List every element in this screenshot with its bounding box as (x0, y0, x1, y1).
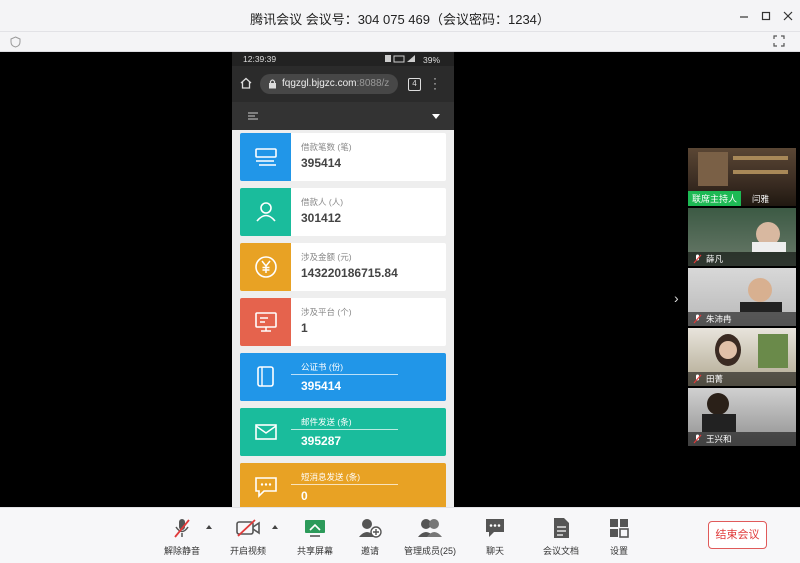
signal-icon (384, 55, 415, 63)
stat-card-borrowers[interactable]: 借款人 (人) 301412 (240, 188, 446, 236)
menu-icon[interactable] (248, 112, 258, 120)
manage-members-button[interactable]: 管理成员(25) (398, 516, 462, 557)
add-user-icon (359, 519, 382, 538)
browser-url-bar: fqgzgl.bjgzc.com:8088/z 4 · · · (232, 66, 454, 102)
dropdown-caret-icon[interactable] (432, 114, 440, 119)
lock-icon (269, 79, 276, 89)
shield-icon[interactable] (10, 36, 21, 48)
mic-muted-icon (693, 254, 702, 264)
share-screen-icon (305, 520, 325, 537)
window-title: 腾讯会议 会议号：304 075 469（会议密码：1234） (250, 12, 550, 27)
chat-icon (486, 519, 504, 537)
card-divider (291, 484, 398, 485)
card-label: 借款笔数 (笔) (301, 142, 352, 152)
title-bar: 腾讯会议 会议号：304 075 469（会议密码：1234） (0, 0, 800, 32)
video-frame (715, 334, 788, 368)
mail-icon (240, 408, 291, 456)
participant-tile[interactable]: 薛凡 (688, 208, 796, 266)
close-icon (783, 11, 793, 21)
participant-tile[interactable]: 田菁 (688, 328, 796, 386)
mic-muted-icon (693, 434, 702, 444)
stat-card-sms[interactable]: 短消息发送 (条) 0 (240, 463, 446, 507)
meeting-window: 腾讯会议 会议号：304 075 469（会议密码：1234） 12:39:39… (0, 0, 800, 563)
mic-muted-icon (693, 314, 702, 324)
card-label: 借款人 (人) (301, 197, 344, 207)
invite-button[interactable]: 邀请 (338, 516, 402, 557)
settings-button[interactable]: 设置 (587, 516, 651, 557)
meeting-docs-button[interactable]: 会议文档 (529, 516, 593, 557)
card-label: 涉及平台 (个) (301, 307, 352, 317)
participant-host-tile[interactable]: 联席主持人 闫雅 (688, 148, 796, 206)
fullscreen-icon[interactable] (773, 35, 785, 47)
video-frame (752, 222, 786, 252)
sub-toolbar (0, 32, 800, 52)
notary-icon (240, 353, 291, 401)
maximize-button[interactable] (755, 6, 777, 26)
stat-card-platforms[interactable]: 涉及平台 (个) 1 (240, 298, 446, 346)
stat-card-loan-count[interactable]: 借款笔数 (笔) 395414 (240, 133, 446, 181)
expand-panel-chevron-icon[interactable]: › (674, 290, 679, 306)
tab-count[interactable]: 4 (408, 78, 421, 91)
video-frame (698, 152, 788, 186)
participant-name: 薛凡 (706, 254, 724, 264)
unmute-button[interactable]: 解除静音 (150, 516, 214, 557)
card-value: 395414 (301, 379, 342, 393)
video-options-caret-icon[interactable] (272, 525, 278, 529)
phone-status-bar: 12:39:39 39% (232, 52, 454, 66)
participant-name: 田菁 (706, 374, 724, 384)
mic-muted-icon (174, 519, 190, 538)
shared-screen: 12:39:39 39% fqgzgl.bjgzc.com:8088/z 4 ·… (232, 52, 454, 507)
stats-cards: 借款笔数 (笔) 395414 借款人 (人) 301412 涉及金额 (元) … (240, 133, 446, 507)
end-meeting-button[interactable]: 结束会议 (708, 521, 767, 549)
minimize-button[interactable] (733, 6, 755, 26)
home-icon[interactable] (240, 77, 252, 89)
participant-tile[interactable]: 王兴和 (688, 388, 796, 446)
meeting-toolbar: 解除静音 开启视频 共享屏幕 邀请 管理成员(25) 聊天 会议文档 设置 结束… (0, 507, 800, 563)
loan-count-icon (240, 133, 291, 181)
co-host-badge: 联席主持人 (688, 191, 742, 206)
address-field[interactable]: fqgzgl.bjgzc.com:8088/z (260, 74, 398, 94)
participant-strip: 联席主持人 闫雅 薛凡 朱沛冉 田菁 王兴和 (688, 148, 796, 448)
document-icon (554, 518, 569, 538)
card-value: 1 (301, 321, 308, 335)
stat-card-mail[interactable]: 邮件发送 (条) 395287 (240, 408, 446, 456)
participant-name: 王兴和 (706, 434, 732, 444)
card-value: 301412 (301, 211, 342, 225)
app-header (232, 102, 454, 130)
card-label: 公证书 (份) (301, 362, 344, 372)
yen-icon (240, 243, 291, 291)
mic-muted-icon (693, 374, 702, 384)
card-value: 0 (301, 489, 308, 503)
card-value: 143220186715.84 (301, 266, 398, 280)
card-value: 395414 (301, 156, 342, 170)
card-divider (291, 429, 398, 430)
chat-button[interactable]: 聊天 (463, 516, 527, 557)
minimize-icon (740, 16, 748, 18)
grid-settings-icon (610, 519, 629, 538)
video-frame (740, 278, 782, 312)
card-label: 涉及金额 (元) (301, 252, 352, 262)
borrowers-icon (240, 188, 291, 236)
video-frame (702, 393, 736, 432)
stat-card-notary[interactable]: 公证书 (份) 395414 (240, 353, 446, 401)
sms-icon (240, 463, 291, 507)
stat-card-amount[interactable]: 涉及金额 (元) 143220186715.84 (240, 243, 446, 291)
participant-name: 朱沛冉 (706, 314, 732, 324)
card-label: 邮件发送 (条) (301, 417, 352, 427)
card-value: 395287 (301, 434, 342, 448)
platform-icon (240, 298, 291, 346)
card-label: 短消息发送 (条) (301, 472, 361, 482)
card-divider (291, 374, 398, 375)
maximize-icon (761, 11, 771, 21)
participant-tile[interactable]: 朱沛冉 (688, 268, 796, 326)
camera-off-icon (236, 519, 260, 537)
more-menu-icon[interactable]: · · · (433, 72, 439, 94)
status-time: 12:39:39 (243, 54, 277, 64)
battery-level: 39% (384, 54, 440, 65)
members-icon (418, 519, 442, 537)
close-button[interactable] (777, 6, 799, 26)
host-name: 闫雅 (752, 194, 770, 204)
audio-options-caret-icon[interactable] (206, 525, 212, 529)
start-video-button[interactable]: 开启视频 (216, 516, 280, 557)
